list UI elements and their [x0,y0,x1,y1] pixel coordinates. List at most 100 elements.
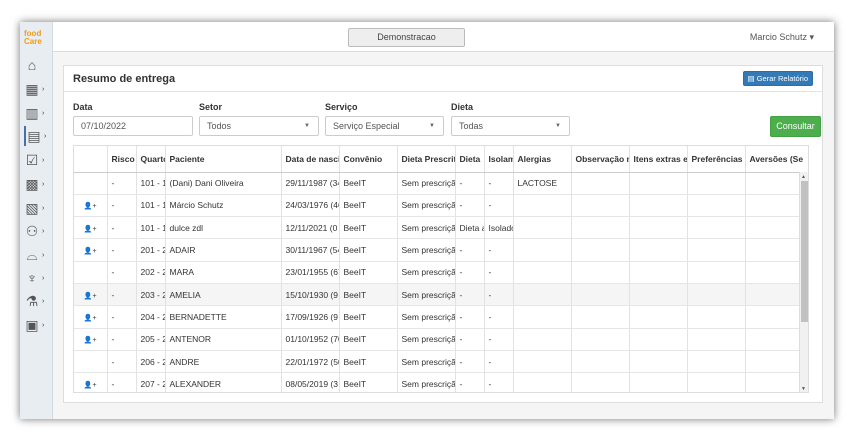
add-user-icon[interactable]: 👤+ [84,226,97,233]
cell-convenio: BeeIT [339,283,398,307]
user-menu[interactable]: Marcio Schutz ▾ [750,32,814,43]
environment-button[interactable]: Demonstracao [348,28,465,47]
column-header[interactable]: Dieta [455,146,485,173]
add-user-icon[interactable]: 👤+ [84,315,97,322]
cell-dieta_presc: Sem prescrição [397,172,456,195]
table-row[interactable]: 👤+ -201 - 2 ADAIR 30/11/1967 (54 BeeIT Sem pr… [74,238,808,262]
cell-pref [687,238,746,262]
cell-isol: - [484,238,514,262]
scroll-up-icon[interactable]: ▲ [801,174,806,180]
service-label: Serviço [325,102,358,112]
sidebar-item-building[interactable]: ▥ › [24,103,52,123]
cell-nasc: 30/11/1967 (54 [281,238,340,262]
diet-label: Dieta [451,102,474,112]
cell-pref [687,194,746,218]
chevron-down-icon: ▼ [429,123,435,129]
cell-dieta: - [455,194,485,218]
cell-quarto: 203 - 2 [136,283,166,307]
cell-dieta: - [455,372,485,392]
column-header[interactable]: Aversões (Se [745,146,808,173]
document-icon: ▧ [25,199,39,216]
cell-dieta_presc: Sem prescrição [397,238,456,262]
chevron-right-icon: › [42,274,45,282]
app-logo[interactable]: food Care [24,30,50,46]
sidebar-item-home[interactable]: ⌂ [24,55,52,75]
cell-risco: - [107,328,137,351]
generate-report-button[interactable]: ▤ Gerar Relatório [742,71,813,86]
add-user-icon[interactable]: 👤+ [84,382,97,389]
sector-label: Setor [199,102,223,112]
cell-obs [571,194,630,218]
cell-obs [571,283,630,307]
column-header[interactable]: Convênio [339,146,398,173]
cell-dieta_presc: Sem prescrição [397,216,456,240]
scroll-thumb[interactable] [801,181,808,322]
table-row[interactable]: -101 - 1 (Dani) Dani Oliveira 29/11/1987 (… [74,172,808,195]
sidebar-item-dietitian[interactable]: ♆ › [24,268,52,288]
table-row[interactable]: -206 - 2 ANDRE 22/01/1972 (50 BeeIT Sem pres… [74,350,808,374]
sidebar-item-grid[interactable]: ▦ › [24,79,52,99]
sidebar-item-food-tray[interactable]: ⌓ › [24,245,52,265]
cell-extras [629,283,688,307]
chevron-down-icon: ▾ [809,32,814,42]
table-row[interactable]: 👤+ -101 - 1 Márcio Schutz 24/03/1976 (46 Bee… [74,194,808,218]
cell-dieta_presc: Sem prescrição [397,261,456,284]
column-header[interactable] [74,146,108,173]
chevron-down-icon: ▼ [555,123,561,129]
cell-obs [571,172,630,195]
cell-nasc: 12/11/2021 (0 [281,216,340,240]
add-user-icon[interactable]: 👤+ [84,293,97,300]
cell-dieta_presc: Sem prescrição [397,328,456,351]
cell-quarto: 207 - 2 [136,372,166,392]
sidebar-item-settings-panel[interactable]: ▣ › [24,315,52,335]
diet-select[interactable]: Todas ▼ [451,116,570,136]
sector-select[interactable]: Todos ▼ [199,116,319,136]
column-header[interactable]: Data de nascimento [281,146,340,173]
service-select[interactable]: Serviço Especial ▼ [325,116,444,136]
cell-convenio: BeeIT [339,172,398,195]
consult-button[interactable]: Consultar [770,116,821,137]
add-user-icon[interactable]: 👤+ [84,248,97,255]
table-row[interactable]: 👤+ -207 - 2 ALEXANDER 08/05/2019 (3 BeeIT Sem… [74,372,808,392]
form-icon: ▤ [27,127,41,144]
sidebar-item-form[interactable]: ▤ › [24,126,52,146]
cell-quarto: 205 - 2 [136,328,166,351]
sidebar-item-flask[interactable]: ⚗ › [24,291,52,311]
chevron-right-icon: › [42,297,45,305]
cell-obs [571,328,630,351]
column-header[interactable]: Dieta Prescrita [397,146,456,173]
column-header[interactable]: Preferências [687,146,746,173]
cell-nasc: 29/11/1987 (34 [281,172,340,195]
cell-nasc: 15/10/1930 (9 [281,283,340,307]
cell-convenio: BeeIT [339,328,398,351]
delivery-summary-panel: Resumo de entrega ▤ Gerar Relatório Data… [63,65,823,403]
row-action-cell: 👤+ [74,283,108,307]
row-action-cell [74,172,108,195]
column-header[interactable]: Alergias [513,146,572,173]
cell-risco: - [107,305,137,329]
cell-pref [687,328,746,351]
add-user-icon[interactable]: 👤+ [84,337,97,344]
sidebar-item-people[interactable]: ⚇ › [24,221,52,241]
scroll-down-icon[interactable]: ▼ [801,386,806,392]
sidebar-item-report-building[interactable]: ▩ › [24,174,52,194]
sidebar-item-checklist[interactable]: ☑ › [24,150,52,170]
sidebar-item-document[interactable]: ▧ › [24,198,52,218]
table-row[interactable]: 👤+ -101 - 1 dulce zdl 12/11/2021 (0 BeeIT Sem… [74,216,808,240]
cell-obs [571,372,630,392]
column-header[interactable]: Quarto [136,146,166,173]
column-header[interactable]: Risco [107,146,137,173]
table-row[interactable]: 👤+ -205 - 2 ANTENOR 01/10/1952 (70 BeeIT Sem … [74,328,808,351]
table-row[interactable]: -202 - 2 MARA 23/01/1955 (67 BeeIT Sem presc… [74,261,808,284]
food-tray-icon: ⌓ [26,246,38,263]
date-input[interactable]: 07/10/2022 [73,116,193,136]
add-user-icon[interactable]: 👤+ [84,203,97,210]
cell-isol: - [484,372,514,392]
table-row[interactable]: 👤+ -203 - 2 AMELIA 15/10/1930 (9 BeeIT Sem pr… [74,283,808,307]
table-scrollbar[interactable]: ▲ ▼ [799,172,808,392]
column-header[interactable]: Paciente [165,146,282,173]
column-header[interactable]: Isolamento [484,146,514,173]
column-header[interactable]: Itens extras e [629,146,688,173]
column-header[interactable]: Observação nutricional [571,146,630,173]
table-row[interactable]: 👤+ -204 - 2 BERNADETTE 17/09/1926 (9 BeeIT Se… [74,305,808,329]
